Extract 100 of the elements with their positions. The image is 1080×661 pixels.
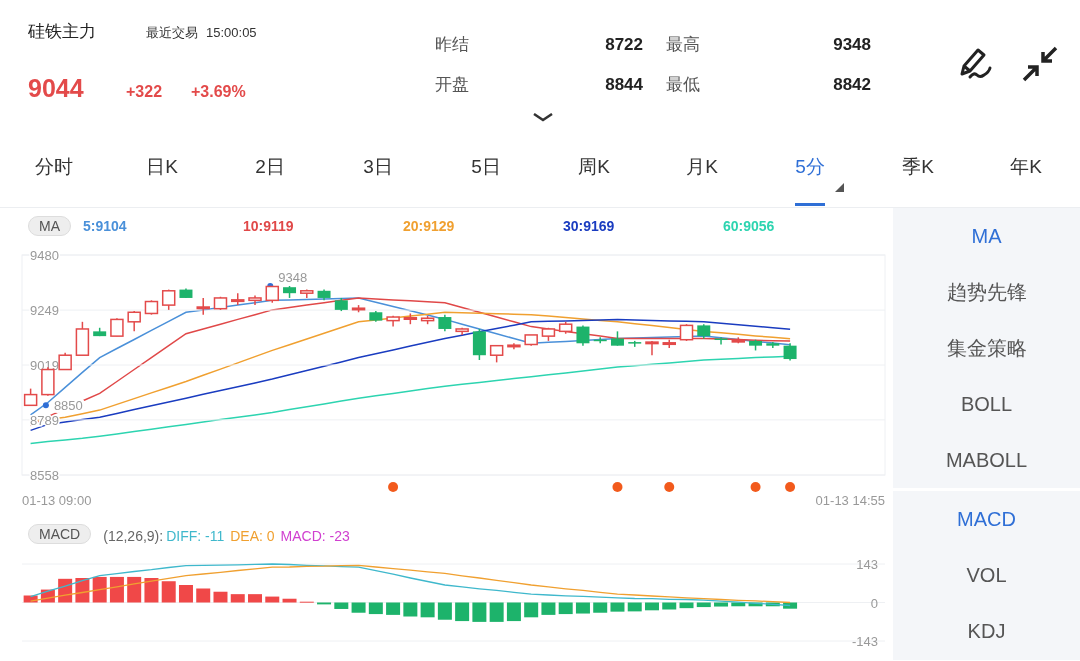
candlestick bbox=[472, 328, 486, 361]
last-price: 9044 bbox=[28, 74, 85, 103]
candlestick bbox=[420, 315, 435, 325]
macd-bar bbox=[92, 576, 107, 603]
macd-bar bbox=[334, 602, 349, 609]
signal-dot bbox=[388, 482, 399, 492]
macd-bar bbox=[248, 594, 262, 603]
macd-params: (12,26,9): bbox=[103, 528, 164, 544]
macd-bar bbox=[144, 578, 159, 603]
stat-value: 8844 bbox=[605, 75, 643, 95]
stat-value: 9348 bbox=[833, 35, 871, 55]
stat-value: 8842 bbox=[833, 75, 871, 95]
candlestick bbox=[662, 338, 676, 349]
period-tab[interactable]: 5分 bbox=[795, 130, 825, 206]
candlestick bbox=[576, 324, 590, 347]
macd-bar bbox=[575, 602, 590, 614]
indicator-option[interactable]: VOL bbox=[893, 547, 1080, 603]
period-tab[interactable]: 月K bbox=[686, 130, 718, 206]
candlestick bbox=[403, 312, 418, 325]
signal-dot bbox=[612, 482, 623, 492]
macd-bar bbox=[748, 602, 763, 607]
macd-bar bbox=[127, 576, 142, 603]
macd-bar bbox=[610, 602, 625, 612]
period-tab[interactable]: 日K bbox=[146, 130, 178, 206]
candlestick bbox=[524, 334, 538, 347]
candlestick bbox=[93, 327, 107, 337]
signal-dot bbox=[785, 482, 796, 492]
ma-value: 5:9104 bbox=[83, 218, 128, 234]
candlestick bbox=[507, 342, 521, 350]
macd-bar bbox=[161, 581, 176, 603]
percent-change: +3.69% bbox=[191, 83, 247, 101]
axis-label: 9249 bbox=[30, 303, 59, 319]
candlestick bbox=[23, 387, 38, 407]
chevron-down-icon[interactable] bbox=[533, 113, 553, 122]
candlestick bbox=[75, 321, 90, 356]
candlestick bbox=[455, 327, 469, 336]
indicator-option[interactable]: BOLL bbox=[893, 376, 1080, 432]
macd-bar bbox=[282, 598, 297, 603]
candlestick bbox=[317, 288, 331, 302]
candlestick bbox=[283, 285, 297, 299]
signal-dot bbox=[664, 482, 675, 492]
macd-value: MACD: -23 bbox=[280, 528, 350, 544]
collapse-icon[interactable] bbox=[1020, 44, 1060, 84]
candlestick bbox=[628, 340, 642, 348]
indicator-option[interactable]: KDJ bbox=[893, 603, 1080, 659]
ma-value: 10:9119 bbox=[243, 218, 295, 234]
time-label: 01-13 14:55 bbox=[815, 494, 885, 508]
period-tab[interactable]: 2日 bbox=[255, 130, 285, 206]
ma-value: 60:9056 bbox=[723, 218, 776, 234]
last-trade-time: 15:00:05 bbox=[206, 25, 257, 40]
indicator-badge[interactable]: MA bbox=[28, 216, 71, 236]
candlestick bbox=[213, 296, 228, 311]
candlestick bbox=[541, 327, 556, 342]
candlestick bbox=[714, 336, 728, 346]
macd-bar bbox=[627, 602, 642, 612]
candlestick bbox=[766, 341, 780, 349]
indicator-option[interactable]: MA bbox=[893, 208, 1080, 264]
axis-label: -143 bbox=[851, 634, 878, 649]
candlestick bbox=[369, 310, 383, 323]
period-tab[interactable]: 5日 bbox=[471, 130, 501, 206]
candlestick bbox=[749, 338, 763, 352]
candlestick bbox=[179, 287, 193, 299]
extreme-point-dot bbox=[42, 402, 49, 409]
indicator-option[interactable]: MACD bbox=[893, 491, 1080, 547]
macd-bar bbox=[645, 602, 659, 611]
ma-value: 20:9129 bbox=[403, 218, 456, 234]
macd-bar bbox=[472, 602, 487, 622]
candlestick bbox=[265, 285, 279, 304]
indicator-option[interactable]: 趋势先锋 bbox=[893, 264, 1080, 320]
macd-bar bbox=[265, 596, 280, 603]
macd-bar bbox=[317, 602, 332, 605]
macd-bar bbox=[178, 585, 193, 603]
stat-value: 8722 bbox=[605, 35, 643, 55]
extreme-price-label: 9348 bbox=[278, 270, 308, 285]
candlestick bbox=[161, 288, 176, 311]
candlestick bbox=[196, 297, 210, 316]
macd-value: DIFF: -11 bbox=[166, 528, 225, 544]
macd-bar bbox=[489, 602, 504, 622]
period-tab[interactable]: 季K bbox=[902, 130, 934, 206]
period-tab[interactable]: 分时 bbox=[35, 130, 73, 206]
indicator-badge[interactable]: MACD bbox=[28, 524, 92, 544]
candlestick bbox=[144, 299, 159, 316]
signal-dot bbox=[750, 482, 761, 492]
indicator-option[interactable]: 集金策略 bbox=[893, 320, 1080, 376]
candlestick bbox=[351, 304, 366, 313]
ma-value: 30:9169 bbox=[563, 218, 616, 234]
macd-bar bbox=[196, 588, 211, 603]
candlestick bbox=[386, 315, 400, 328]
stat-label: 最高 bbox=[666, 34, 700, 56]
macd-bar bbox=[351, 602, 366, 613]
macd-bar bbox=[230, 594, 245, 603]
period-tab[interactable]: 年K bbox=[1010, 130, 1042, 206]
period-tab[interactable]: 周K bbox=[578, 130, 610, 206]
stat-label: 开盘 bbox=[435, 74, 469, 96]
period-tab[interactable]: 3日 bbox=[363, 130, 393, 206]
macd-bar bbox=[213, 591, 228, 603]
indicator-option[interactable]: MABOLL bbox=[893, 432, 1080, 488]
candlestick bbox=[438, 313, 452, 333]
candlestick bbox=[231, 292, 245, 306]
price-change: +322 bbox=[126, 83, 164, 101]
